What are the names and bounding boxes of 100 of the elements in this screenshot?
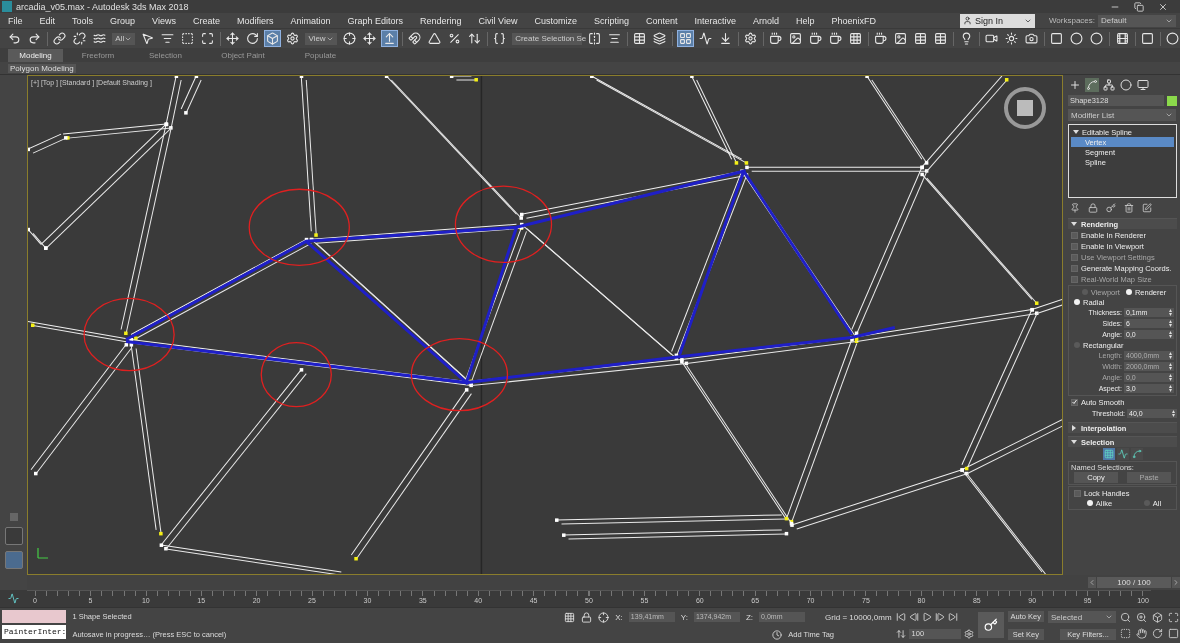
orbit-icon[interactable] [1152, 628, 1163, 639]
unlink-icon[interactable] [72, 31, 88, 46]
previous-key-icon[interactable] [908, 611, 919, 622]
radio-button[interactable] [1086, 500, 1093, 506]
set-keys-button[interactable] [977, 612, 1004, 638]
checkbox[interactable] [1074, 489, 1081, 497]
viewcube-icon[interactable] [1003, 86, 1047, 130]
braces-icon[interactable] [492, 31, 508, 46]
undo-icon[interactable] [7, 31, 22, 46]
spline-icon[interactable] [1130, 448, 1143, 460]
ribbon-tab[interactable]: Freeform [63, 49, 133, 62]
film-icon[interactable] [1114, 31, 1130, 46]
menu-item[interactable]: Scripting [593, 15, 629, 26]
menu-item[interactable]: Tools [72, 15, 94, 26]
menu-item[interactable]: Graph Editors [347, 15, 403, 26]
key-icon[interactable] [1106, 203, 1116, 213]
checkbox[interactable] [1071, 231, 1078, 239]
layers-icon[interactable] [652, 31, 668, 46]
radio-button[interactable] [1074, 299, 1080, 305]
menu-item[interactable]: File [8, 15, 23, 26]
layout-tab-icon[interactable] [4, 527, 23, 545]
spinner-arrows-icon[interactable] [1169, 320, 1172, 327]
spinner-arrows-icon[interactable] [1169, 331, 1172, 338]
menu-item[interactable]: Arnold [753, 15, 779, 26]
menu-item[interactable]: Customize [534, 15, 577, 26]
caret-icon[interactable] [1165, 111, 1173, 119]
camera-icon[interactable] [1024, 31, 1039, 46]
wave-chart-icon[interactable] [697, 31, 713, 46]
close-icon[interactable] [1158, 1, 1168, 12]
redo-icon[interactable] [27, 31, 42, 46]
menu-item[interactable]: Views [152, 15, 176, 26]
spreadsheet-icon[interactable] [933, 31, 949, 46]
ribbon-tab[interactable]: Object Paint [198, 49, 288, 62]
circle-icon[interactable] [1119, 78, 1133, 92]
ribbon-panel-label[interactable]: Polygon Modeling [8, 63, 76, 73]
trash-icon[interactable] [1124, 203, 1134, 213]
hierarchy-icon[interactable] [1102, 78, 1116, 92]
curve-icon[interactable] [1085, 78, 1099, 92]
time-slider-thumb[interactable]: 100 / 100 [1097, 576, 1171, 588]
caret-icon[interactable] [1105, 613, 1113, 621]
radio-button[interactable] [1125, 289, 1132, 295]
arrow-up-icon[interactable] [381, 31, 397, 46]
pin-icon[interactable] [1070, 203, 1080, 213]
zoom-icon[interactable] [1120, 612, 1131, 623]
previous-frame-icon[interactable] [1088, 576, 1096, 588]
list-icon[interactable] [160, 31, 176, 46]
plus-icon[interactable] [1068, 78, 1082, 92]
monitor-icon[interactable] [1136, 78, 1150, 92]
menu-item[interactable]: Interactive [694, 15, 736, 26]
modifier-list-dropdown[interactable]: Modifier List [1068, 109, 1176, 121]
next-key-icon[interactable] [934, 611, 945, 622]
menu-item[interactable]: Edit [39, 15, 56, 26]
key-mode-dropdown[interactable]: Selected [1048, 611, 1116, 623]
menu-item[interactable]: Rendering [420, 15, 462, 26]
ribbon-tab[interactable]: Selection [133, 49, 198, 62]
workspace-dropdown[interactable]: Default [1098, 14, 1176, 27]
coordinate-dropdown[interactable]: View [305, 32, 337, 45]
dashed-square-icon[interactable] [180, 31, 196, 46]
selection-filter-dropdown[interactable]: All [112, 32, 136, 45]
spinner-arrows-icon[interactable] [1169, 309, 1172, 316]
pointer-icon[interactable] [140, 31, 156, 46]
checkbox[interactable] [1071, 398, 1078, 406]
zoom-all-icon[interactable] [1136, 612, 1147, 623]
lock-icon[interactable] [581, 611, 593, 623]
segment-icon[interactable] [1116, 448, 1129, 460]
ribbon-tab[interactable]: Populate [288, 49, 353, 62]
grid-icon[interactable] [677, 31, 693, 46]
object-color-swatch[interactable] [1167, 95, 1177, 106]
curve-editor-icon[interactable] [8, 593, 19, 604]
table-icon[interactable] [632, 31, 648, 46]
time-tag-icon[interactable] [772, 629, 783, 640]
menu-item[interactable]: Animation [290, 15, 331, 26]
settings-icon[interactable] [742, 31, 758, 46]
checkbox[interactable] [1071, 242, 1078, 250]
square-icon[interactable] [1049, 31, 1065, 46]
link-icon[interactable] [52, 31, 68, 46]
menu-item[interactable]: Civil View [478, 15, 518, 26]
gear-icon[interactable] [285, 31, 301, 46]
up-down-arrow-icon[interactable] [466, 31, 482, 46]
pan-icon[interactable] [1136, 628, 1147, 639]
sun-icon[interactable] [1004, 31, 1019, 46]
play-icon[interactable] [921, 611, 932, 622]
checkbox[interactable] [1071, 264, 1078, 272]
menu-item[interactable]: Group [110, 15, 136, 26]
image-icon[interactable] [788, 31, 804, 46]
script-input[interactable]: PainterInter: [2, 625, 67, 639]
go-to-end-icon[interactable] [947, 611, 958, 622]
cross-arrows-icon[interactable] [361, 31, 377, 46]
vertex-dots-icon[interactable] [1102, 448, 1115, 460]
spinner-arrows-icon[interactable] [1169, 385, 1172, 392]
small-grid-icon[interactable] [848, 31, 864, 46]
user-icon[interactable] [962, 16, 972, 25]
flip-icon[interactable] [587, 31, 603, 46]
edit-icon[interactable] [1142, 203, 1152, 213]
wave-icon[interactable] [92, 31, 108, 46]
lock-icon[interactable] [1088, 203, 1098, 213]
menu-item[interactable]: Help [796, 15, 815, 26]
menu-item[interactable]: Modifiers [236, 15, 274, 26]
next-frame-icon[interactable] [1172, 576, 1180, 588]
restore-icon[interactable] [1134, 1, 1144, 12]
